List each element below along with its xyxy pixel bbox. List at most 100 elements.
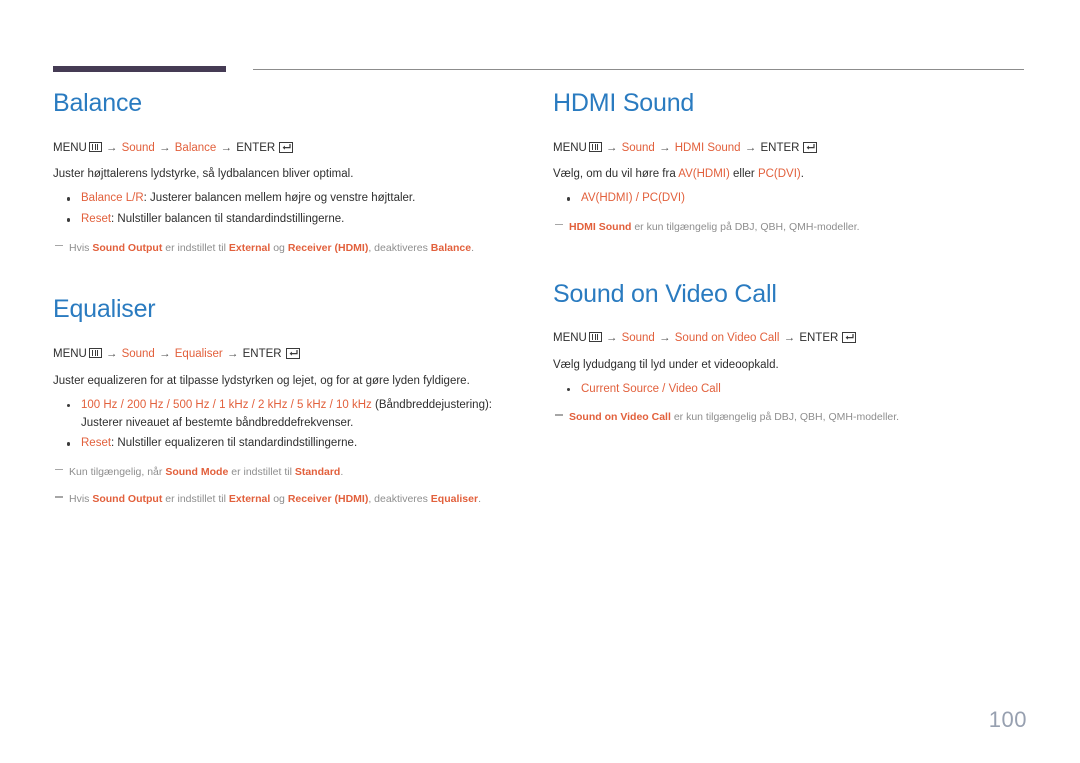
note-emphasis: HDMI Sound (569, 220, 632, 233)
note-part: er indstillet til (228, 465, 295, 478)
note-part: . (478, 493, 481, 505)
list-item-desc: : Justerer balancen mellem højre og vens… (143, 192, 416, 205)
note-part: er kun tilgængelig på DBJ, QBH, QMH-mode… (670, 411, 900, 424)
header-rule-thin (253, 69, 1024, 70)
menu-path-enter-label: ENTER (799, 332, 839, 345)
right-column: HDMI Sound MENU → Sound → HDMI Sound → EN… (553, 89, 1033, 427)
arrow-glyph: → (105, 347, 118, 360)
menu-path-step-2: HDMI Sound (674, 141, 741, 154)
arrow-glyph: → (783, 332, 796, 345)
list-item-desc: : Nulstiller balancen til standardindsti… (111, 213, 345, 226)
note-list-equaliser: Kun tilgængelig, når Sound Mode er indst… (53, 464, 533, 508)
list-item: Reset: Nulstiller balancen til standardi… (53, 211, 533, 229)
note-emphasis: Standard (294, 465, 341, 478)
menu-path-step-1: Sound (621, 141, 655, 154)
page-number: 100 (988, 707, 1027, 732)
arrow-glyph: → (159, 347, 171, 360)
note-emphasis: Receiver (HDMI) (287, 241, 369, 254)
list-item: Current Source / Video Call (553, 381, 1033, 399)
header-rule-thick (53, 66, 226, 72)
note-emphasis: External (228, 493, 271, 505)
note-item: Hvis Sound Output er indstillet til Exte… (53, 240, 533, 257)
arrow-glyph: → (659, 332, 671, 345)
bullet-list-hdmi-sound: AV(HDMI) / PC(DVI) (553, 190, 1033, 208)
arrow-glyph: → (744, 141, 757, 154)
header-rules (0, 66, 1080, 76)
section-lead-text: Vælg, om du vil høre fra AV(HDMI) eller … (553, 166, 1033, 183)
document-page: Balance MENU → Sound → Balance → ENTER Ju… (0, 0, 1080, 763)
section-equaliser: Equaliser MENU → Sound → Equaliser → ENTE… (53, 296, 533, 507)
section-lead-text: Vælg lydudgang til lyd under et videoopk… (553, 358, 779, 371)
lead-part: . (800, 168, 804, 181)
menu-path-step-2: Equaliser (174, 347, 223, 360)
section-lead-text: Juster højttalerens lydstyrke, så lydbal… (53, 168, 354, 181)
arrow-glyph: → (605, 332, 618, 345)
list-item-term: Reset (81, 437, 112, 450)
menu-path-enter-label: ENTER (236, 141, 276, 154)
note-part: er kun tilgængelig på DBJ, QBH, QMH-mode… (631, 220, 860, 233)
section-sound-on-video-call: Sound on Video Call MENU → Sound → Sound … (553, 280, 1033, 427)
list-item: Balance L/R: Justerer balancen mellem hø… (53, 190, 533, 208)
note-item: Kun tilgængelig, når Sound Mode er indst… (53, 464, 533, 481)
menu-path-balance: MENU → Sound → Balance → ENTER (53, 140, 533, 157)
menu-grid-icon (88, 141, 102, 152)
note-part: Hvis (69, 241, 93, 254)
note-part: Kun tilgængelig, når (69, 465, 166, 478)
lead-emphasis: AV(HDMI) (678, 168, 730, 181)
menu-path-enter-label: ENTER (760, 141, 800, 154)
lead-part: eller (729, 168, 758, 181)
section-lead-text: Juster equalizeren for at tilpasse lydst… (53, 374, 470, 387)
enter-return-icon (285, 347, 300, 359)
menu-path-menu-label: MENU (53, 347, 87, 360)
note-list-hdmi-sound: HDMI Sound er kun tilgængelig på DBJ, QB… (553, 219, 1033, 236)
note-emphasis: Balance (430, 241, 472, 254)
list-item-term: Current Source / Video Call (581, 382, 721, 395)
bullet-list-equaliser: 100 Hz / 200 Hz / 500 Hz / 1 kHz / 2 kHz… (53, 397, 533, 453)
left-column: Balance MENU → Sound → Balance → ENTER Ju… (53, 89, 533, 509)
bullet-list-sound-on-video-call: Current Source / Video Call (553, 381, 1033, 399)
note-part: . (340, 465, 344, 478)
menu-grid-icon (588, 141, 602, 152)
menu-path-enter-label: ENTER (242, 347, 282, 360)
menu-path-step-2: Sound on Video Call (674, 332, 780, 345)
page-title-hdmi-sound: HDMI Sound (553, 89, 695, 117)
page-title-equaliser: Equaliser (53, 295, 156, 324)
arrow-glyph: → (159, 141, 171, 154)
note-emphasis: Sound Mode (165, 465, 229, 478)
note-part: og (270, 241, 288, 254)
menu-path-hdmi-sound: MENU → Sound → HDMI Sound → ENTER (553, 140, 1033, 157)
menu-path-step-1: Sound (121, 347, 155, 360)
list-item: Reset: Nulstiller equalizeren til standa… (53, 435, 533, 453)
enter-return-icon (842, 332, 857, 344)
list-item-term: Balance L/R (81, 192, 144, 205)
note-emphasis: Sound on Video Call (569, 411, 671, 424)
note-list-balance: Hvis Sound Output er indstillet til Exte… (53, 240, 533, 257)
menu-path-menu-label: MENU (53, 141, 87, 154)
menu-path-menu-label: MENU (553, 332, 587, 345)
arrow-glyph: → (105, 141, 118, 154)
lead-emphasis: PC(DVI) (757, 168, 801, 181)
list-item-term: 100 Hz / 200 Hz / 500 Hz / 1 kHz / 2 kHz… (81, 398, 372, 411)
menu-path-step-1: Sound (121, 141, 155, 154)
note-emphasis: External (228, 241, 271, 254)
note-item: HDMI Sound er kun tilgængelig på DBJ, QB… (553, 219, 1033, 236)
arrow-glyph: → (226, 347, 239, 360)
menu-path-step-1: Sound (621, 332, 655, 345)
menu-path-sound-on-video-call: MENU → Sound → Sound on Video Call → ENTE… (553, 330, 1033, 347)
note-part: , deaktiveres (368, 493, 431, 505)
menu-path-equaliser: MENU → Sound → Equaliser → ENTER (53, 346, 533, 363)
note-list-sound-on-video-call: Sound on Video Call er kun tilgængelig p… (553, 409, 1033, 426)
note-part: Hvis (69, 493, 93, 505)
note-emphasis: Receiver (HDMI) (287, 493, 369, 505)
note-part: er indstillet til (162, 493, 229, 505)
note-emphasis: Sound Output (92, 241, 163, 254)
menu-grid-icon (88, 347, 102, 358)
menu-grid-icon (588, 332, 602, 343)
arrow-glyph: → (659, 141, 671, 154)
note-part: og (270, 493, 288, 505)
enter-return-icon (279, 141, 294, 153)
arrow-glyph: → (605, 141, 618, 154)
note-part: er indstillet til (162, 241, 229, 254)
lead-part: Vælg, om du vil høre fra (553, 168, 679, 181)
